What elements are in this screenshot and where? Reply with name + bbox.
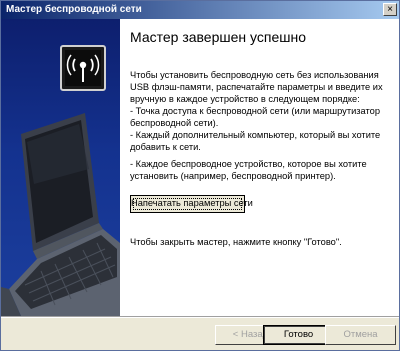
list-item: - Каждый дополнительный компьютер, котор…: [130, 130, 381, 152]
wizard-side-panel: [1, 19, 120, 316]
laptop-icon: [1, 113, 120, 316]
divider: [1, 316, 399, 318]
title-bar[interactable]: Мастер беспроводной сети ×: [1, 1, 399, 19]
close-hint-text: Чтобы закрыть мастер, нажмите кнопку "Го…: [130, 237, 342, 247]
list-item: - Точка доступа к беспроводной сети (или…: [130, 106, 380, 128]
wizard-window: Мастер беспроводной сети × Мастер заверш…: [0, 0, 400, 351]
laptop-illustration: [1, 45, 120, 316]
wireless-antenna-icon: [60, 45, 106, 91]
cancel-button[interactable]: Отмена: [325, 325, 396, 345]
wizard-content: Мастер завершен успешно Чтобы установить…: [120, 19, 399, 316]
window-title: Мастер беспроводной сети: [6, 4, 142, 15]
print-settings-button[interactable]: Напечатать параметры сети: [130, 195, 253, 213]
page-title: Мастер завершен успешно: [130, 29, 306, 45]
finish-button[interactable]: Готово: [263, 325, 334, 345]
list-item: - Каждое беспроводное устройство, которо…: [130, 159, 367, 181]
intro-text: Чтобы установить беспроводную сеть без и…: [130, 70, 383, 104]
close-button[interactable]: ×: [383, 3, 397, 16]
